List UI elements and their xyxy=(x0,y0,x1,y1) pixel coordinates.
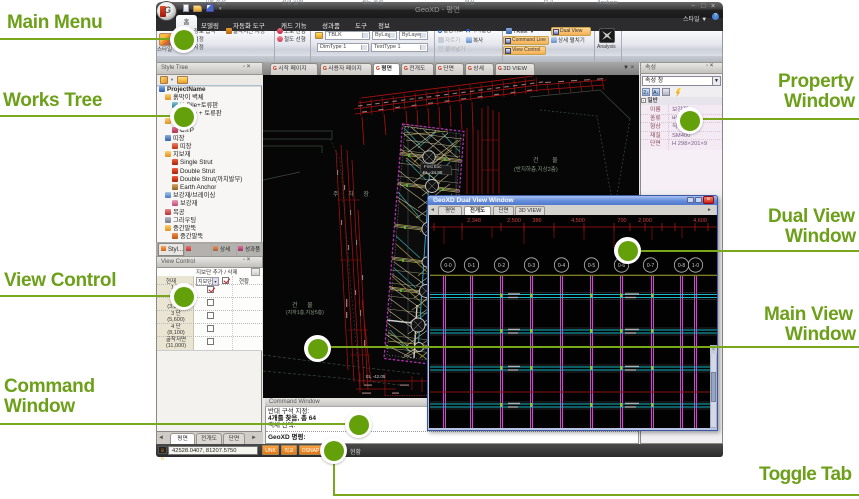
svg-text:386: 386 xyxy=(532,218,541,224)
svg-text:건 물: 건 물 xyxy=(292,301,317,309)
svg-text:EL -34.98: EL -34.98 xyxy=(423,170,443,175)
svg-text:First Exc: First Exc xyxy=(424,164,442,169)
svg-text:0-8: 0-8 xyxy=(678,263,685,269)
svg-text:0-0: 0-0 xyxy=(444,263,451,269)
svg-text:0-6: 0-6 xyxy=(618,263,625,269)
svg-text:건 물: 건 물 xyxy=(533,156,564,164)
svg-text:0-1: 0-1 xyxy=(468,263,475,269)
svg-text:EL -42.05: EL -42.05 xyxy=(366,374,386,379)
svg-text:0-2: 0-2 xyxy=(498,263,505,269)
svg-text:0-4: 0-4 xyxy=(558,263,565,269)
svg-text:2,500: 2,500 xyxy=(507,218,521,224)
svg-text:4,500: 4,500 xyxy=(571,218,585,224)
svg-text:0-5: 0-5 xyxy=(588,263,595,269)
svg-text:700: 700 xyxy=(617,218,626,224)
svg-text:(반지하층,지상2층): (반지하층,지상2층) xyxy=(514,165,558,173)
svg-text:(지하1층,지상5층): (지하1층,지상5층) xyxy=(286,309,324,316)
svg-text:2,348: 2,348 xyxy=(467,218,481,224)
svg-text:0-3: 0-3 xyxy=(528,263,535,269)
svg-text:주 차 장: 주 차 장 xyxy=(333,190,373,198)
svg-text:1-0: 1-0 xyxy=(692,263,699,269)
svg-text:0-7: 0-7 xyxy=(647,263,654,269)
